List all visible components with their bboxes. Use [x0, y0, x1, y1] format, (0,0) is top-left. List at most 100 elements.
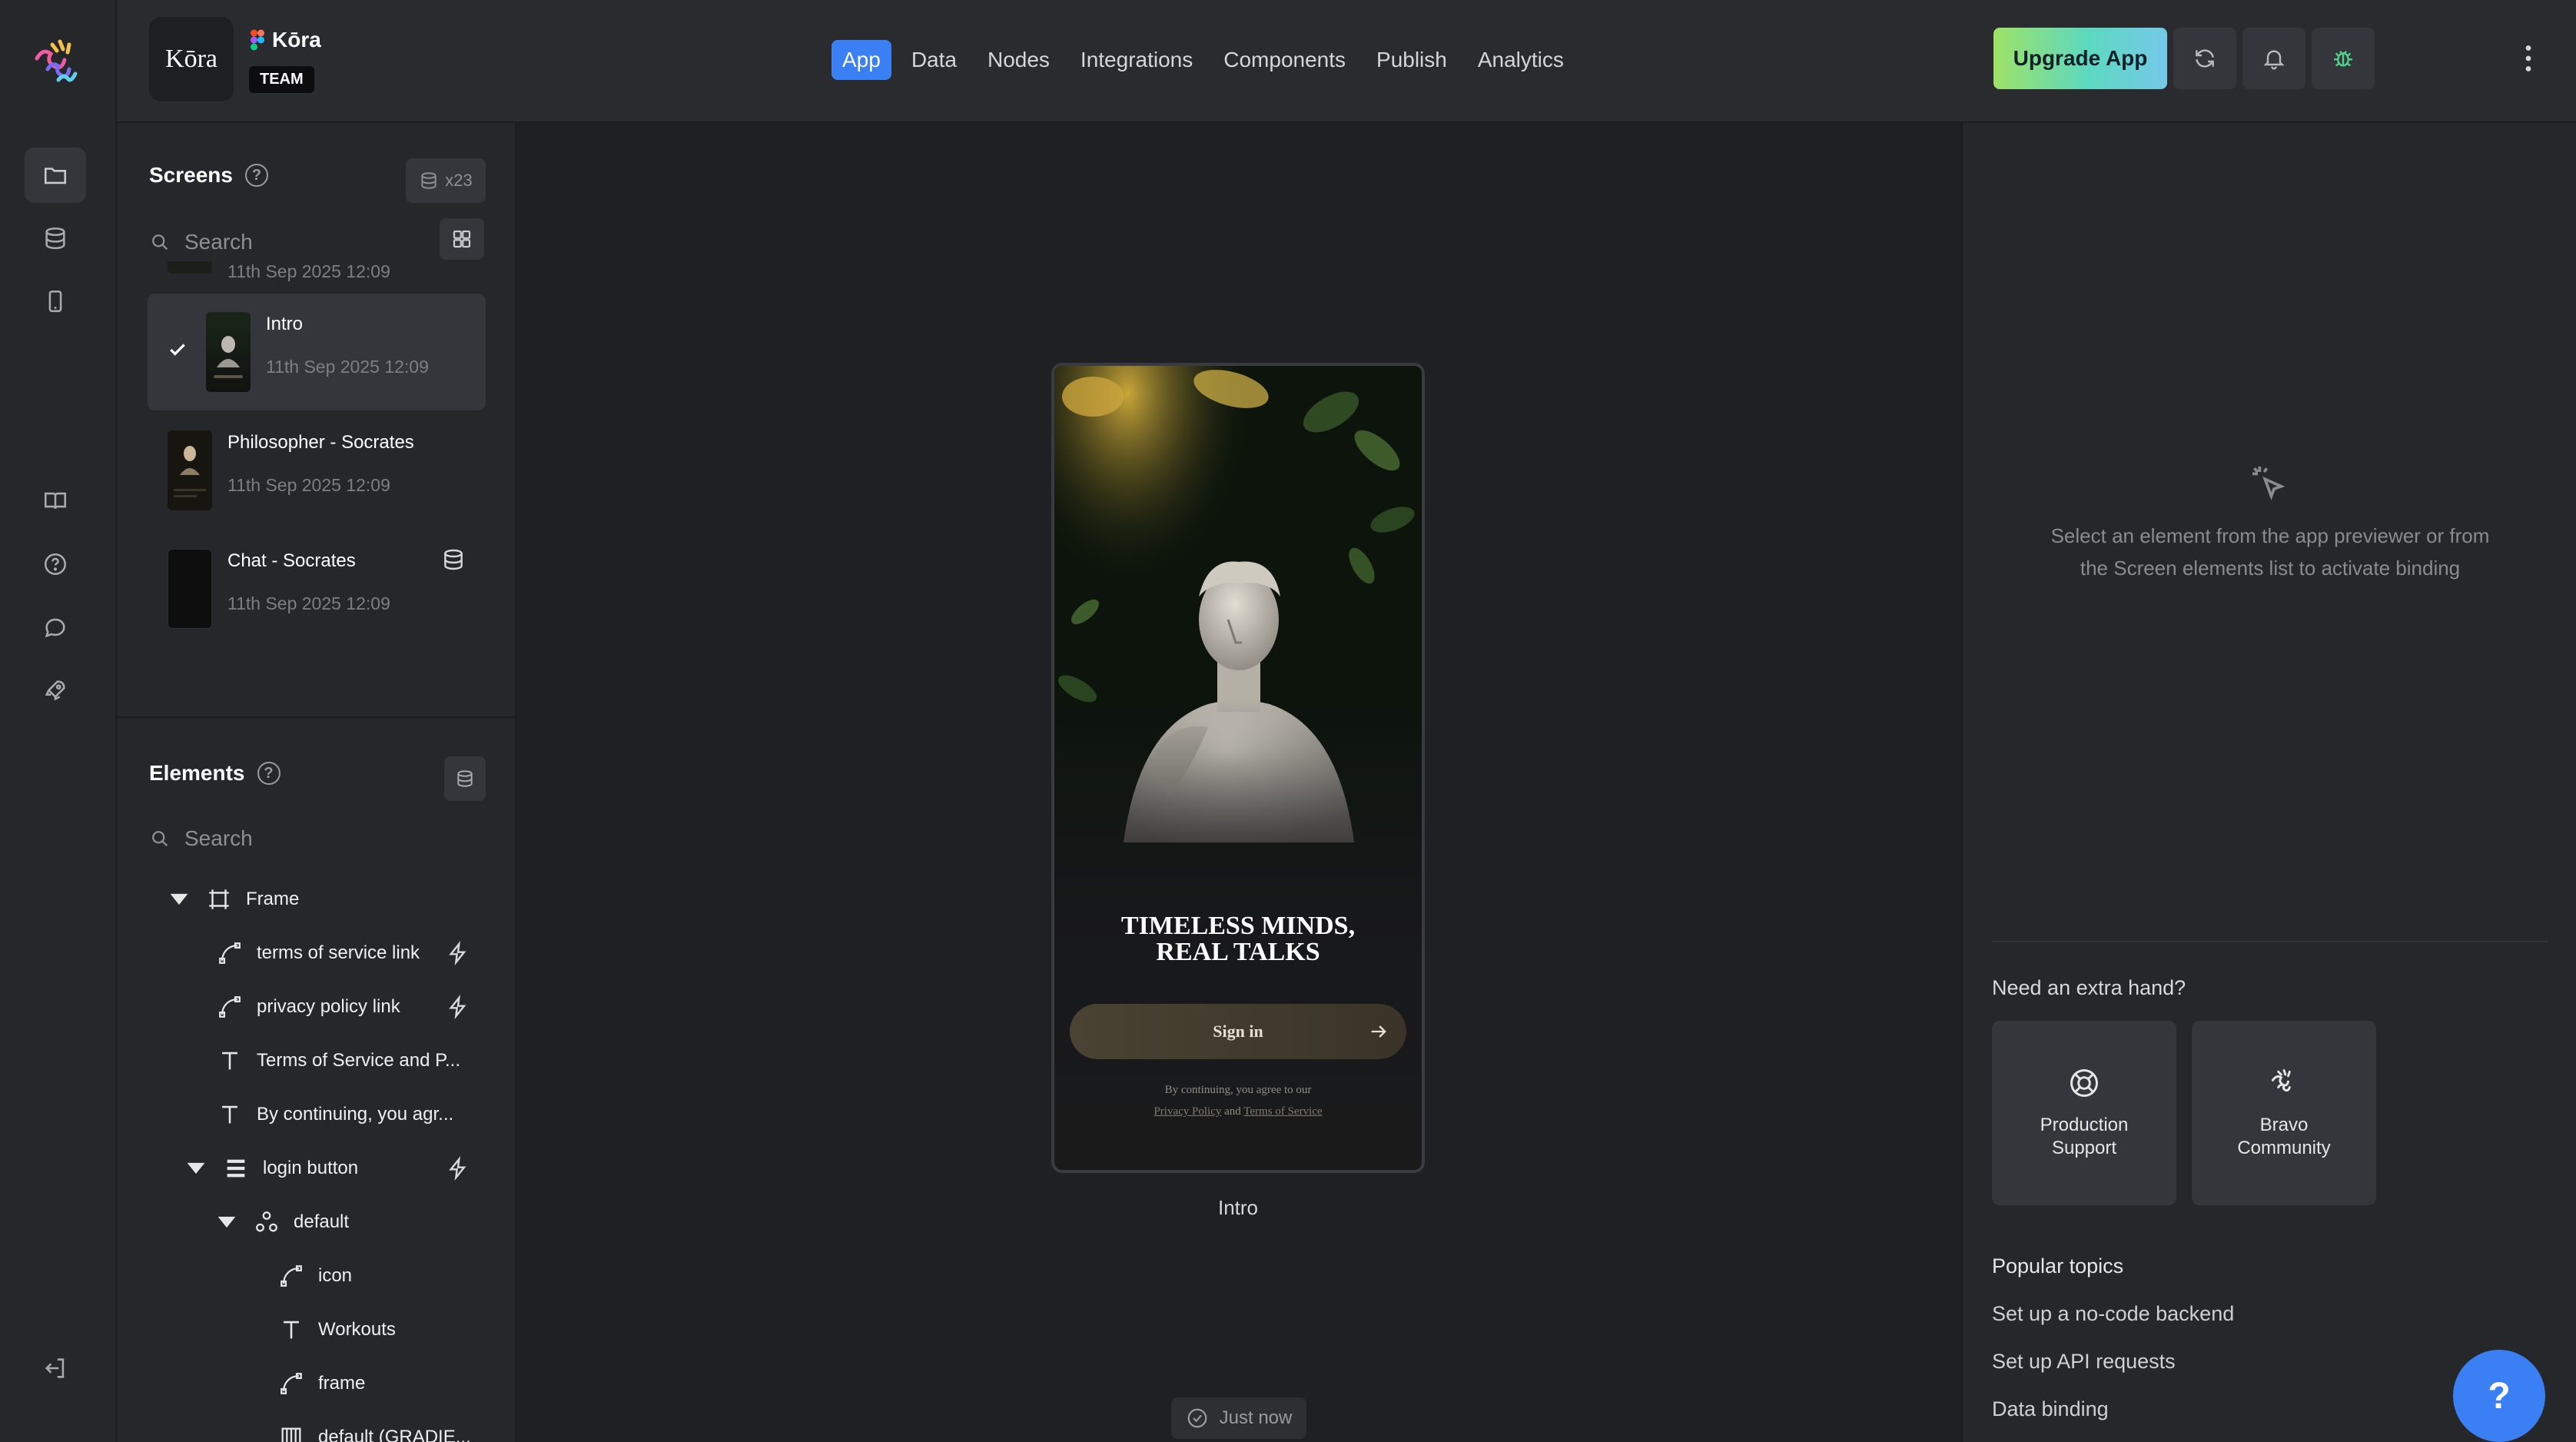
- screens-search-placeholder: Search: [184, 230, 253, 254]
- search-icon: [152, 831, 168, 847]
- lightning-icon[interactable]: [446, 1156, 470, 1181]
- figma-icon: [251, 29, 264, 51]
- elements-help-icon[interactable]: ?: [257, 762, 281, 785]
- tab-nodes[interactable]: Nodes: [977, 40, 1061, 80]
- app-avatar[interactable]: Kōra: [149, 17, 234, 101]
- rail-help-button[interactable]: [25, 537, 86, 592]
- notifications-button[interactable]: [2242, 28, 2305, 89]
- screen-name: Intro: [266, 314, 304, 334]
- card-label-line-1: Bravo: [2259, 1115, 2309, 1135]
- tree-node-continuing-text[interactable]: By continuing, you agr...: [217, 1091, 453, 1138]
- text-icon: [222, 1052, 237, 1070]
- lightning-icon[interactable]: [446, 995, 470, 1019]
- tree-node-frame-vector[interactable]: frame: [278, 1361, 365, 1407]
- tree-node-login-button[interactable]: login button: [183, 1145, 358, 1191]
- phone-preview[interactable]: TIMELESS MINDS, REAL TALKS Sign in By co…: [1051, 363, 1425, 1173]
- top-bar: Kōra Kōra TEAM App Data Nodes Integratio…: [117, 0, 2576, 123]
- rail-data-button[interactable]: [25, 211, 86, 266]
- card-label-line-1: Production: [2040, 1115, 2129, 1135]
- sign-in-button[interactable]: Sign in: [1070, 1004, 1406, 1059]
- screen-list-item-philosopher[interactable]: Philosopher - Socrates 11th Sep 2025 12:…: [148, 412, 486, 529]
- rail-docs-button[interactable]: [25, 473, 86, 529]
- canvas: TIMELESS MINDS, REAL TALKS Sign in By co…: [516, 123, 1961, 1442]
- tree-node-workouts[interactable]: Workouts: [278, 1307, 396, 1353]
- database-icon: [421, 172, 437, 189]
- rail-device-button[interactable]: [25, 274, 86, 329]
- tab-components[interactable]: Components: [1213, 40, 1356, 80]
- search-icon: [152, 234, 168, 251]
- tab-integrations[interactable]: Integrations: [1070, 40, 1203, 80]
- caret-down-icon[interactable]: [166, 886, 192, 912]
- upgrade-app-button[interactable]: Upgrade App: [1993, 28, 2167, 89]
- left-rail: [0, 0, 117, 1442]
- save-status: Just now: [1171, 1397, 1306, 1439]
- database-icon: [457, 770, 473, 787]
- screen-name: Chat - Socrates: [227, 550, 356, 571]
- caret-down-icon[interactable]: [183, 1155, 209, 1181]
- rail-screens-button[interactable]: [25, 148, 86, 203]
- screens-search[interactable]: Search: [149, 223, 487, 261]
- rail-logout-button[interactable]: [25, 1341, 86, 1396]
- more-menu-button[interactable]: [2513, 43, 2544, 74]
- tab-data[interactable]: Data: [901, 40, 968, 80]
- screens-help-icon[interactable]: ?: [244, 164, 268, 187]
- topic-link[interactable]: Set up API requests: [1992, 1350, 2176, 1374]
- debug-button[interactable]: [2312, 28, 2375, 89]
- app-name[interactable]: Kōra: [251, 28, 321, 52]
- screen-list-item-chat[interactable]: Chat - Socrates 11th Sep 2025 12:09: [148, 530, 486, 647]
- screens-data-badge[interactable]: x23: [406, 158, 486, 203]
- bug-icon: [2334, 50, 2352, 67]
- text-icon: [284, 1321, 299, 1339]
- image-icon: [281, 1427, 301, 1442]
- more-vertical-icon: [2525, 45, 2531, 71]
- elements-search[interactable]: Search: [149, 819, 487, 858]
- elements-data-button[interactable]: [444, 756, 486, 801]
- grid-view-button[interactable]: [440, 218, 484, 260]
- screen-list-item[interactable]: 11th Sep 2025 12:09: [148, 261, 486, 292]
- tree-node-frame[interactable]: Frame: [166, 876, 299, 922]
- topic-link[interactable]: Data binding: [1992, 1397, 2109, 1421]
- topic-link[interactable]: Set up a no-code backend: [1992, 1302, 2234, 1326]
- tree-node-privacy-link[interactable]: privacy policy link: [217, 984, 400, 1030]
- screens-count: x23: [445, 171, 473, 190]
- tree-node-label: default (GRADIE...: [318, 1427, 471, 1442]
- screen-thumbnail: [168, 430, 212, 510]
- component-icon: [256, 1211, 277, 1232]
- binding-empty-message: Select an element from the app previewer…: [2050, 524, 2490, 580]
- tree-node-default-gradient[interactable]: default (GRADIE...: [278, 1414, 471, 1442]
- tab-app[interactable]: App: [832, 40, 891, 80]
- tree-node-terms-text[interactable]: Terms of Service and P...: [217, 1038, 460, 1084]
- vector-icon: [219, 942, 241, 964]
- bravo-logo-icon[interactable]: [29, 35, 85, 91]
- database-icon[interactable]: [441, 547, 466, 572]
- screen-time: 11th Sep 2025 12:09: [227, 475, 390, 495]
- terms-of-service-link[interactable]: Terms of Service: [1243, 1105, 1322, 1118]
- rail-chat-button[interactable]: [25, 600, 86, 655]
- tree-node-default[interactable]: default: [214, 1199, 349, 1245]
- elements-search-placeholder: Search: [184, 826, 253, 850]
- vector-icon: [281, 1265, 302, 1287]
- bravo-community-card[interactable]: Bravo Community: [2192, 1021, 2376, 1205]
- tree-node-icon[interactable]: icon: [278, 1253, 352, 1299]
- tree-node-label: Frame: [246, 889, 300, 909]
- tab-analytics[interactable]: Analytics: [1467, 40, 1575, 80]
- card-label-line-2: Community: [2237, 1138, 2331, 1158]
- screen-list-item-intro[interactable]: Intro 11th Sep 2025 12:09: [148, 294, 486, 410]
- rail-launch-button[interactable]: [25, 663, 86, 718]
- production-support-card[interactable]: Production Support: [1992, 1021, 2176, 1205]
- vector-icon: [281, 1373, 302, 1394]
- portrait-thumbnail-icon: [174, 446, 206, 497]
- chat-icon: [45, 618, 65, 638]
- elements-header: Elements ?: [149, 761, 281, 786]
- help-fab-button[interactable]: ?: [2453, 1350, 2545, 1442]
- tree-node-terms-link[interactable]: terms of service link: [217, 930, 420, 976]
- text-icon: [222, 1105, 237, 1124]
- caret-down-icon[interactable]: [214, 1209, 240, 1235]
- lightning-icon[interactable]: [446, 941, 470, 965]
- tree-node-label: frame: [318, 1373, 366, 1394]
- help-icon: [44, 553, 67, 576]
- privacy-policy-link[interactable]: Privacy Policy: [1154, 1105, 1221, 1118]
- tab-publish[interactable]: Publish: [1366, 40, 1458, 80]
- refresh-button[interactable]: [2173, 28, 2236, 89]
- sign-in-label: Sign in: [1213, 1022, 1263, 1041]
